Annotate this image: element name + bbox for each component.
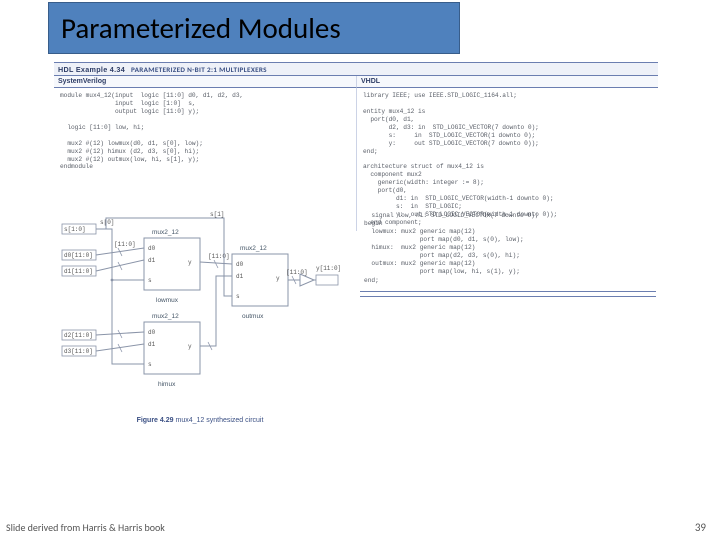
- section-end-rule: [360, 291, 656, 297]
- svg-text:s[1]: s[1]: [210, 211, 224, 218]
- svg-text:d0: d0: [236, 261, 244, 268]
- svg-text:y: y: [188, 343, 192, 350]
- svg-text:d3[11:0]: d3[11:0]: [64, 348, 93, 355]
- svg-text:d0: d0: [148, 329, 156, 336]
- svg-text:s: s: [236, 293, 240, 300]
- figure-number: Figure 4.29: [137, 417, 174, 424]
- svg-text:y[11:0]: y[11:0]: [316, 265, 340, 272]
- svg-text:lowmux: lowmux: [156, 297, 179, 304]
- svg-text:mux2_12: mux2_12: [152, 229, 179, 236]
- sv-header: SystemVerilog: [54, 76, 356, 88]
- vhdl-header: VHDL: [356, 76, 658, 88]
- svg-text:d1: d1: [148, 257, 156, 264]
- svg-text:s[0]: s[0]: [100, 219, 114, 226]
- svg-text:mux2_12: mux2_12: [152, 313, 179, 320]
- svg-text:s[1:0]: s[1:0]: [64, 226, 86, 233]
- svg-text:d0: d0: [148, 245, 156, 252]
- slide-number: 39: [695, 521, 706, 534]
- example-number: HDL Example 4.34: [58, 65, 125, 74]
- svg-text:d2[11:0]: d2[11:0]: [64, 332, 93, 339]
- vhdl-code-top: library IEEE; use IEEE.STD_LOGIC_1164.al…: [363, 92, 652, 227]
- slide-title: Parameterized Modules: [61, 10, 341, 46]
- svg-text:y: y: [188, 259, 192, 266]
- svg-text:d1: d1: [148, 341, 156, 348]
- vhdl-code-bottom: signal low, hi: STD_LOGIC_VECTOR(7 downt…: [360, 210, 656, 287]
- vhdl-column: VHDL library IEEE; use IEEE.STD_LOGIC_11…: [356, 76, 658, 231]
- svg-text:mux2_12: mux2_12: [240, 245, 267, 252]
- svg-text:[11:0]: [11:0]: [286, 269, 308, 276]
- example-header: HDL Example 4.34 PARAMETERIZED N-BIT 2:1…: [54, 62, 658, 76]
- svg-text:himux: himux: [158, 381, 176, 388]
- vhdl-continuation: signal low, hi: STD_LOGIC_VECTOR(7 downt…: [360, 210, 656, 297]
- svg-text:d1[11:0]: d1[11:0]: [64, 268, 93, 275]
- example-name: PARAMETERIZED N-BIT 2:1 MULTIPLEXERS: [131, 65, 267, 74]
- figure-text: mux4_12 synthesized circuit: [175, 417, 263, 424]
- schematic-svg: s[1:0] d0[11:0] d1[11:0] d2[11:0] d3[11:…: [60, 210, 340, 410]
- sv-column: SystemVerilog module mux4_12(input logic…: [54, 76, 356, 231]
- slide-title-box: Parameterized Modules: [48, 2, 460, 54]
- svg-text:[11:0]: [11:0]: [208, 253, 230, 260]
- svg-text:d1: d1: [236, 273, 244, 280]
- svg-text:outmux: outmux: [242, 313, 264, 320]
- footer-attribution: Slide derived from Harris & Harris book: [6, 521, 165, 534]
- sv-body: module mux4_12(input logic [11:0] d0, d1…: [54, 88, 356, 175]
- svg-text:s: s: [148, 277, 152, 284]
- sv-code: module mux4_12(input logic [11:0] d0, d1…: [60, 92, 350, 171]
- code-columns: SystemVerilog module mux4_12(input logic…: [54, 76, 658, 231]
- svg-text:[11:0]: [11:0]: [114, 241, 136, 248]
- figure-caption: Figure 4.29 mux4_12 synthesized circuit: [60, 417, 340, 424]
- schematic: s[1:0] d0[11:0] d1[11:0] d2[11:0] d3[11:…: [60, 210, 340, 424]
- svg-text:d0[11:0]: d0[11:0]: [64, 252, 93, 259]
- svg-text:s: s: [148, 361, 152, 368]
- svg-text:y: y: [276, 275, 280, 282]
